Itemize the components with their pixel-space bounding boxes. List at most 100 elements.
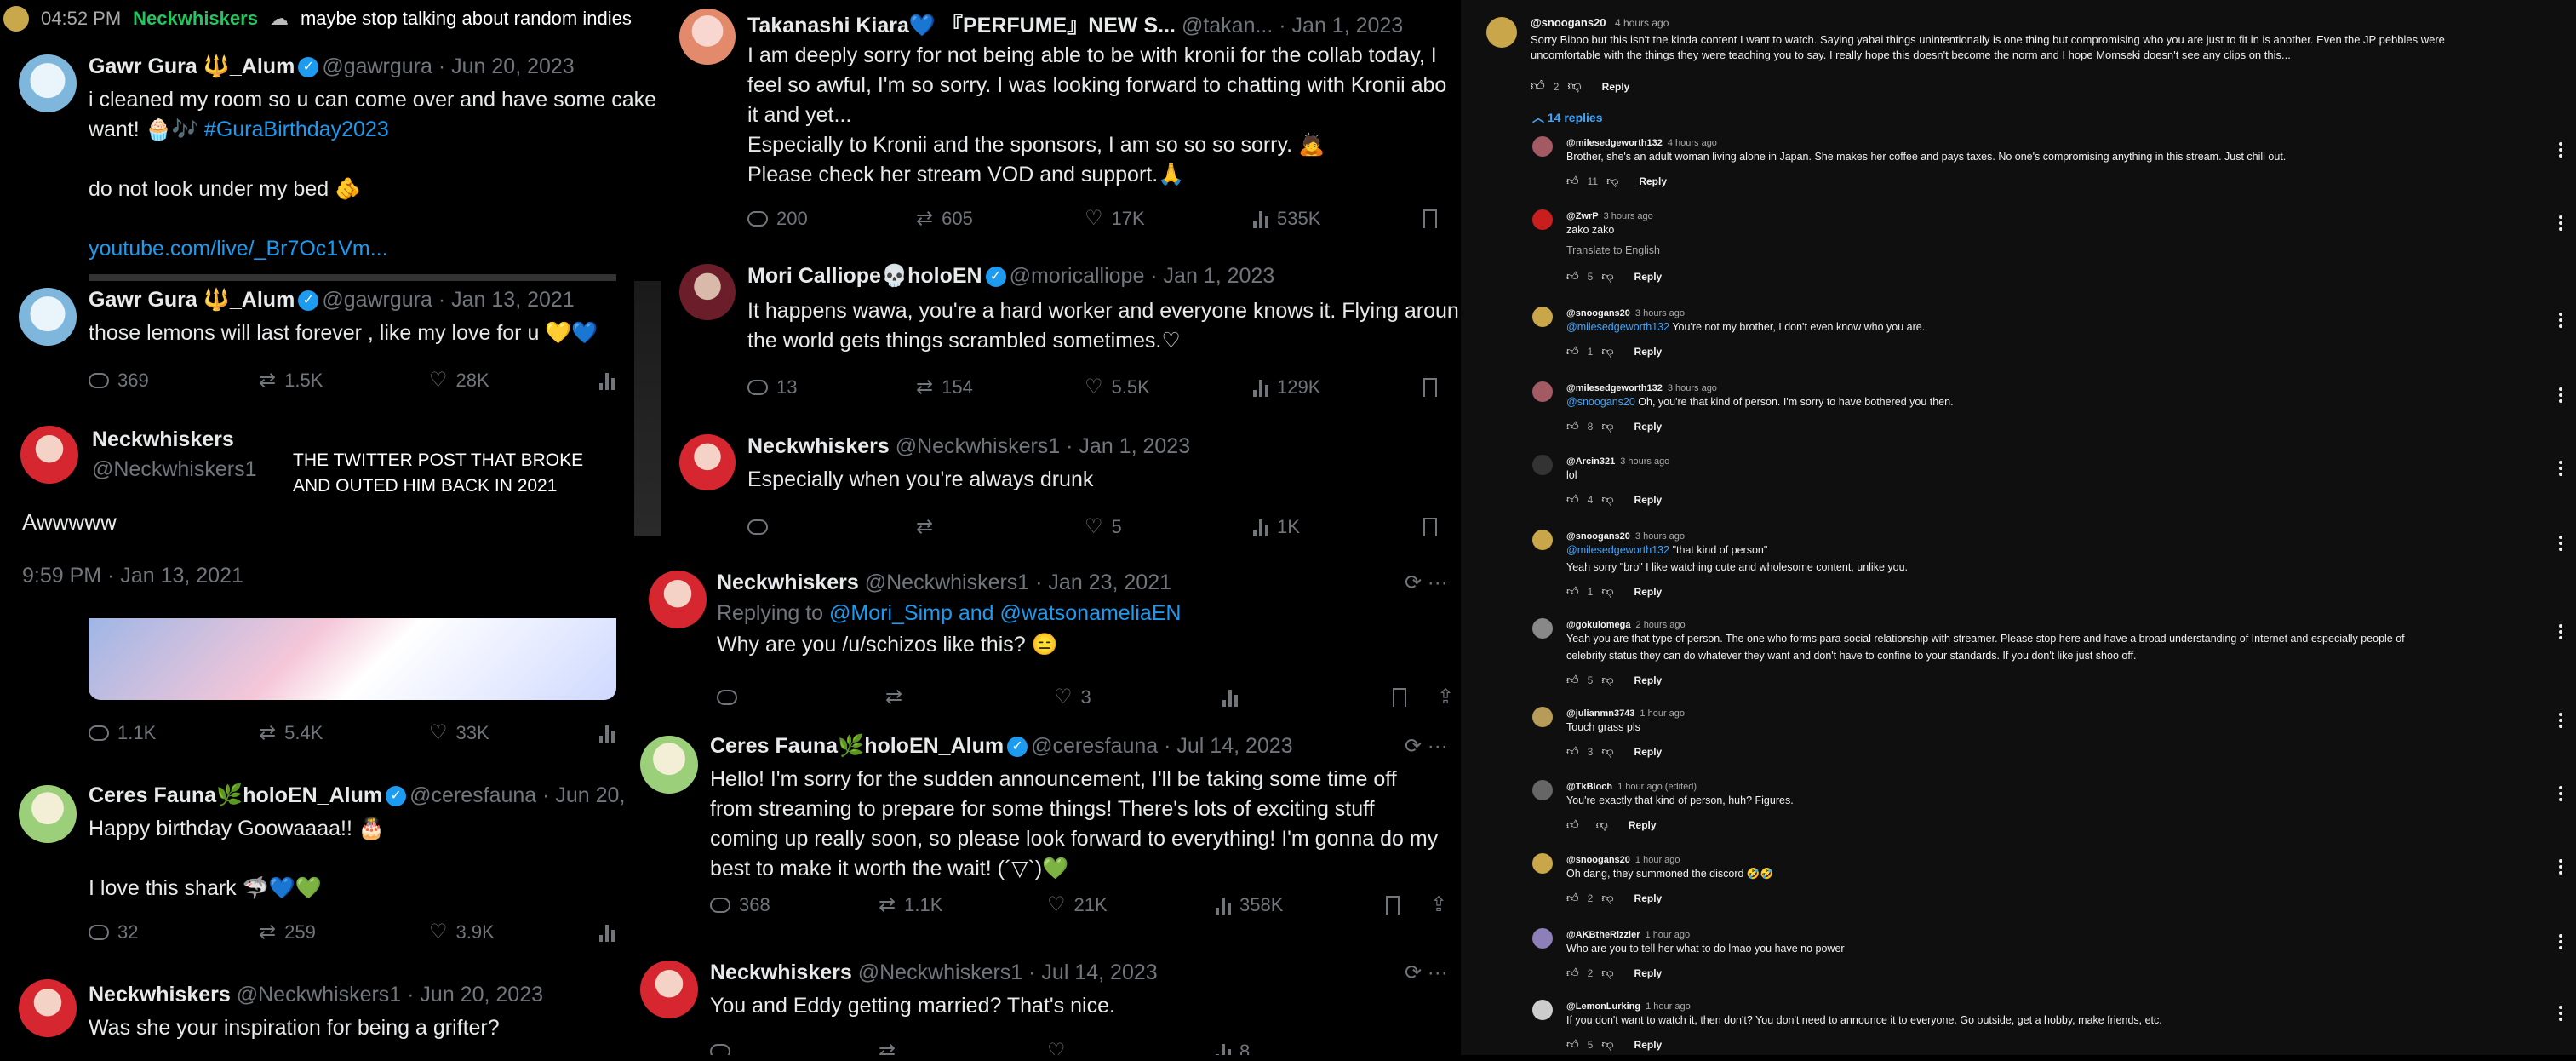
reply-button[interactable]: 200 [747,208,916,230]
avatar[interactable] [1532,136,1553,157]
replies-toggle[interactable]: ︿ 14 replies [1532,109,1603,126]
bookmark-button[interactable] [1423,377,1437,397]
tweet-more-icons[interactable]: ⟳ ··· [1405,734,1448,759]
hashtag-link[interactable]: #GuraBirthday2023 [204,118,389,141]
more-options-icon[interactable] [2559,213,2564,233]
comment-author[interactable]: @Arcin321 [1566,456,1615,467]
dislike-icon[interactable]: 👎︎ [1601,492,1613,507]
retweet-button[interactable]: ⇄ [879,1039,1047,1055]
dislike-icon[interactable]: 👎︎ [1601,419,1613,433]
bookmark-button[interactable]: ⇪ [1386,892,1447,917]
reply-button[interactable]: Reply [1634,967,1663,979]
avatar[interactable] [1532,209,1553,230]
views-button[interactable] [599,371,615,390]
youtube-link[interactable]: youtube.com/live/_Br7Oc1Vm... [89,234,667,264]
tweet-neckwhiskers-awwwww[interactable]: Neckwhiskers @Neckwhiskers1 THE TWITTER … [0,417,634,605]
avatar[interactable] [19,785,77,843]
author-name[interactable]: Gawr Gura 🔱_Alum [89,288,295,312]
bookmark-button[interactable] [1423,517,1437,536]
avatar[interactable] [1532,455,1553,475]
like-icon[interactable]: 👍︎ [1566,673,1579,687]
dislike-icon[interactable]: 👎︎ [1601,966,1613,980]
dislike-icon[interactable]: 👎︎ [1601,344,1613,358]
tweet-gura-lemons[interactable]: Gawr Gura 🔱_Alum ✓ @gawrgura · Jan 13, 202… [0,281,634,417]
reply-button[interactable]: Reply [1634,421,1663,433]
retweet-button[interactable]: ⇄ 5.4K [259,720,429,745]
more-options-icon[interactable] [2559,310,2564,330]
like-button[interactable]: ♡ 3.9K [429,920,599,944]
comment-author[interactable]: @milesedgeworth132 [1566,383,1663,393]
like-icon[interactable]: 👍︎ [1566,891,1579,905]
more-options-icon[interactable] [2559,622,2564,642]
author-name[interactable]: Neckwhiskers [747,434,890,458]
reply-button[interactable]: 368 [710,894,879,916]
dislike-icon[interactable]: 👎︎ [1601,673,1613,687]
like-icon[interactable]: 👍︎ [1566,1037,1579,1052]
like-button[interactable]: ♡ 21K [1047,892,1216,917]
like-icon[interactable]: 👍︎ [1566,419,1579,433]
like-icon[interactable]: 👍︎ [1566,174,1579,188]
mention-link[interactable]: @milesedgeworth132 [1566,321,1669,333]
more-options-icon[interactable] [2559,857,2564,877]
avatar[interactable] [1532,1000,1553,1020]
comment-author[interactable]: @ZwrP [1566,211,1599,221]
like-button[interactable]: ♡ 5.5K [1085,375,1253,399]
avatar[interactable] [679,9,736,65]
more-options-icon[interactable] [2559,932,2564,952]
views-button[interactable] [1222,688,1393,707]
reply-button[interactable]: Reply [1634,1039,1663,1051]
dislike-icon[interactable]: 👎︎ [1596,817,1608,832]
tweet-neckwhiskers-drunk[interactable]: Neckwhiskers @Neckwhiskers1 · Jan 1, 202… [661,426,1461,545]
more-options-icon[interactable] [2559,385,2564,405]
like-button[interactable]: ♡ 33K [429,720,599,745]
tweet-ceres-announcement[interactable]: Ceres Fauna🌿holoEN_Alum ✓ @ceresfauna · Ju… [632,722,1461,935]
tweet-more-icons[interactable]: ⟳ ··· [1405,571,1448,595]
avatar[interactable] [1532,530,1553,550]
tweet-more-icons[interactable]: ⟳ ··· [1405,961,1448,985]
reply-button[interactable]: Reply [1634,494,1663,506]
avatar[interactable] [19,979,77,1037]
avatar[interactable] [679,264,736,320]
avatar[interactable] [1532,618,1553,639]
like-icon[interactable]: 👍︎ [1566,269,1579,284]
avatar[interactable] [1532,780,1553,800]
reply-button[interactable] [710,1043,879,1055]
more-options-icon[interactable] [2559,1003,2564,1024]
like-button[interactable]: ♡ 17K [1085,206,1253,231]
retweet-button[interactable]: ⇄ 605 [916,206,1085,231]
reply-button[interactable] [717,689,885,705]
avatar[interactable] [19,54,77,112]
comment-author[interactable]: @gokulomega [1566,620,1631,630]
comment-author[interactable]: @snoogans20 [1566,308,1630,318]
dislike-icon[interactable]: 👎︎ [1601,584,1613,599]
views-button[interactable]: 535K [1253,208,1423,230]
comment-author[interactable]: @LemonLurking [1566,1001,1640,1012]
share-icon[interactable]: ⇪ [1437,685,1454,709]
views-button[interactable]: 8 [1216,1041,1386,1055]
dislike-icon[interactable]: 👎︎ [1601,891,1613,905]
dislike-icon[interactable]: 👎︎ [1601,1037,1613,1052]
author-name[interactable]: Mori Calliope💀holoEN [747,264,982,288]
retweet-button[interactable]: ⇄ [916,514,1085,539]
reply-button[interactable]: 369 [89,370,259,392]
avatar[interactable] [20,426,78,484]
reply-button[interactable]: Reply [1634,586,1663,598]
author-name[interactable]: Neckwhiskers [89,983,231,1007]
like-icon[interactable]: 👍︎ [1566,817,1579,832]
retweet-button[interactable]: ⇄ [885,685,1054,709]
avatar[interactable] [1532,307,1553,327]
comment-author[interactable]: @snoogans20 [1566,855,1630,865]
avatar[interactable] [640,736,698,794]
views-button[interactable] [599,923,615,942]
author-name[interactable]: Neckwhiskers [717,571,859,594]
like-icon[interactable]: 👍︎ [1566,966,1579,980]
like-button[interactable]: ♡ 28K [429,368,599,393]
mention-link[interactable]: @milesedgeworth132 [1566,544,1669,556]
avatar[interactable] [19,288,77,346]
retweet-button[interactable]: ⇄ 1.1K [879,892,1047,917]
avatar[interactable] [1486,17,1517,48]
like-icon[interactable]: 👍︎ [1531,78,1545,95]
retweet-button[interactable]: ⇄ 259 [259,920,429,944]
more-options-icon[interactable] [2559,783,2564,804]
comment-author[interactable]: @milesedgeworth132 [1566,138,1663,148]
